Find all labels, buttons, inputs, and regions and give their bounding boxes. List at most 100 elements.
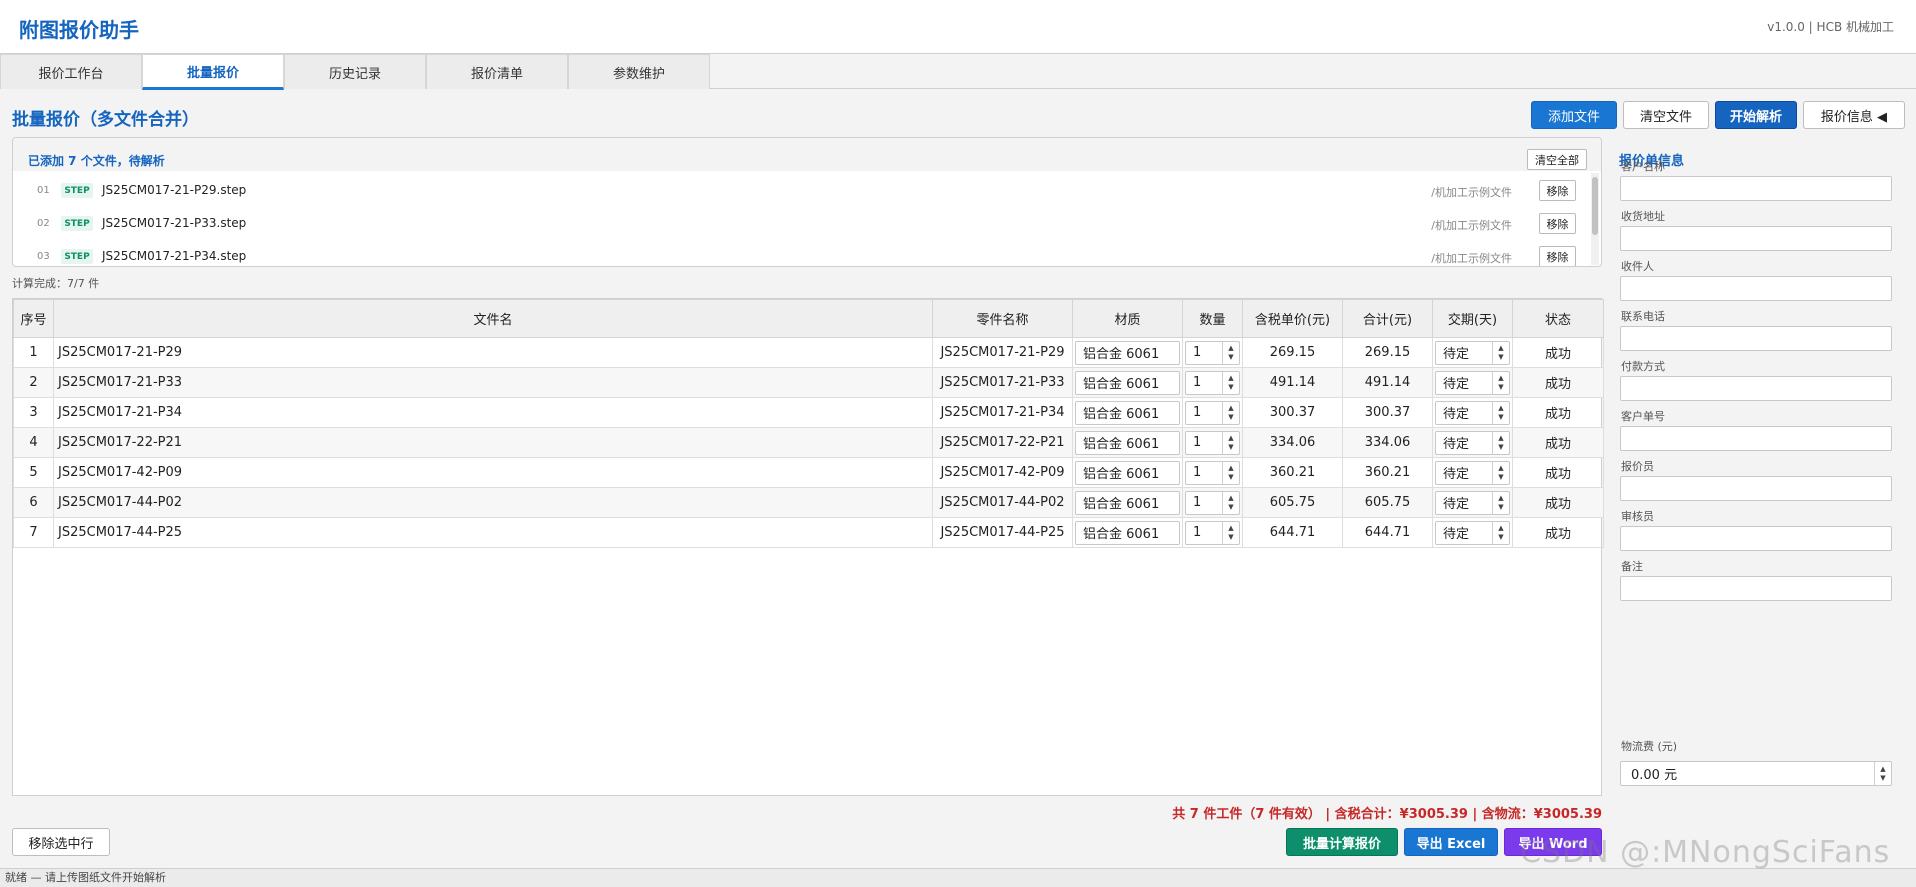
cell-status: 成功 — [1512, 517, 1604, 548]
remove-file-button[interactable]: 移除 — [1539, 213, 1576, 234]
col-header-file[interactable]: 文件名 — [53, 299, 933, 338]
tab-quote-workbench[interactable]: 报价工作台 — [0, 54, 142, 89]
spin-arrows-icon[interactable]: ▲ ▼ — [1874, 762, 1891, 785]
spin-arrows-icon[interactable]: ▲ ▼ — [1492, 461, 1509, 484]
lead-time-stepper[interactable]: 待定 ▲ ▼ — [1435, 430, 1510, 455]
material-select[interactable]: 铝合金 6061 — [1075, 460, 1180, 485]
col-header-qty[interactable]: 数量 — [1182, 299, 1243, 338]
qty-stepper[interactable]: 1 ▲ ▼ — [1185, 370, 1240, 395]
spin-arrows-icon[interactable]: ▲ ▼ — [1222, 341, 1239, 364]
spin-arrows-icon[interactable]: ▲ ▼ — [1222, 521, 1239, 544]
material-select[interactable]: 铝合金 6061 — [1075, 430, 1180, 455]
tab-history[interactable]: 历史记录 — [284, 54, 426, 89]
field-input[interactable] — [1620, 376, 1892, 401]
material-select[interactable]: 铝合金 6061 — [1075, 340, 1180, 365]
spin-arrows-icon[interactable]: ▲ ▼ — [1222, 461, 1239, 484]
table-row[interactable]: 7 JS25CM017-44-P25 JS25CM017-44-P25 铝合金 … — [13, 517, 1604, 548]
col-header-part[interactable]: 零件名称 — [932, 299, 1073, 338]
title-bar: 附图报价助手 v1.0.0 | HCB 机械加工 — [0, 0, 1916, 54]
table-row[interactable]: 6 JS25CM017-44-P02 JS25CM017-44-P02 铝合金 … — [13, 487, 1604, 518]
section-title: 批量报价（多文件合并） — [12, 110, 199, 130]
spin-arrows-icon[interactable]: ▲ ▼ — [1222, 491, 1239, 514]
cell-status: 成功 — [1512, 367, 1604, 398]
spin-arrows-icon[interactable]: ▲ ▼ — [1492, 521, 1509, 544]
qty-stepper[interactable]: 1 ▲ ▼ — [1185, 460, 1240, 485]
spin-arrows-icon[interactable]: ▲ ▼ — [1492, 431, 1509, 454]
qty-stepper[interactable]: 1 ▲ ▼ — [1185, 520, 1240, 545]
qty-value: 1 — [1193, 465, 1202, 480]
spin-arrows-icon[interactable]: ▲ ▼ — [1492, 491, 1509, 514]
start-parse-button[interactable]: 开始解析 — [1715, 101, 1797, 129]
field-input[interactable] — [1620, 326, 1892, 351]
field-input[interactable] — [1620, 276, 1892, 301]
cell-total: 360.21 — [1342, 457, 1433, 488]
lead-time-stepper[interactable]: 待定 ▲ ▼ — [1435, 490, 1510, 515]
cell-file-name: JS25CM017-22-P21 — [53, 427, 933, 458]
table-row[interactable]: 5 JS25CM017-42-P09 JS25CM017-42-P09 铝合金 … — [13, 457, 1604, 488]
remove-file-button[interactable]: 移除 — [1539, 180, 1576, 201]
lead-time-stepper[interactable]: 待定 ▲ ▼ — [1435, 340, 1510, 365]
remove-file-button[interactable]: 移除 — [1539, 246, 1576, 266]
tab-parameters[interactable]: 参数维护 — [568, 54, 710, 89]
cell-total: 644.71 — [1342, 517, 1433, 548]
tab-quote-list[interactable]: 报价清单 — [426, 54, 568, 89]
batch-calc-button[interactable]: 批量计算报价 — [1286, 828, 1398, 856]
cell-status: 成功 — [1512, 337, 1604, 368]
logistics-fee-input[interactable]: 0.00 元 ▲ ▼ — [1620, 761, 1892, 786]
qty-stepper[interactable]: 1 ▲ ▼ — [1185, 430, 1240, 455]
field-input[interactable] — [1620, 176, 1892, 201]
quote-info-toggle-button[interactable]: 报价信息 ◀ — [1803, 101, 1905, 129]
clear-files-button[interactable]: 清空文件 — [1623, 101, 1709, 129]
col-header-lead-time[interactable]: 交期(天) — [1432, 299, 1513, 338]
field-input[interactable] — [1620, 226, 1892, 251]
col-header-total[interactable]: 合计(元) — [1342, 299, 1433, 338]
cell-total: 491.14 — [1342, 367, 1433, 398]
material-select[interactable]: 铝合金 6061 — [1075, 370, 1180, 395]
col-header-unit-price[interactable]: 含税单价(元) — [1242, 299, 1343, 338]
lead-time-stepper[interactable]: 待定 ▲ ▼ — [1435, 370, 1510, 395]
remove-selected-button[interactable]: 移除选中行 — [12, 828, 110, 856]
cell-part-name: JS25CM017-44-P02 — [932, 487, 1073, 518]
lead-time-stepper[interactable]: 待定 ▲ ▼ — [1435, 460, 1510, 485]
material-select[interactable]: 铝合金 6061 — [1075, 490, 1180, 515]
clear-all-button[interactable]: 清空全部 — [1527, 149, 1587, 170]
lead-time-stepper[interactable]: 待定 ▲ ▼ — [1435, 520, 1510, 545]
lead-time-value: 待定 — [1443, 467, 1470, 482]
qty-stepper[interactable]: 1 ▲ ▼ — [1185, 400, 1240, 425]
cell-total: 269.15 — [1342, 337, 1433, 368]
material-select[interactable]: 铝合金 6061 — [1075, 400, 1180, 425]
file-index: 01 — [37, 185, 50, 196]
table-row[interactable]: 2 JS25CM017-21-P33 JS25CM017-21-P33 铝合金 … — [13, 367, 1604, 398]
export-excel-button[interactable]: 导出 Excel — [1404, 828, 1498, 856]
file-list-scrollbar-thumb[interactable] — [1592, 177, 1598, 235]
field-input[interactable] — [1620, 426, 1892, 451]
spin-arrows-icon[interactable]: ▲ ▼ — [1492, 371, 1509, 394]
table-row[interactable]: 4 JS25CM017-22-P21 JS25CM017-22-P21 铝合金 … — [13, 427, 1604, 458]
field-label: 备注 — [1621, 560, 1643, 573]
spin-arrows-icon[interactable]: ▲ ▼ — [1222, 401, 1239, 424]
lead-time-stepper[interactable]: 待定 ▲ ▼ — [1435, 400, 1510, 425]
spin-arrows-icon[interactable]: ▲ ▼ — [1222, 371, 1239, 394]
add-file-button[interactable]: 添加文件 — [1531, 101, 1617, 129]
field-input[interactable] — [1620, 476, 1892, 501]
field-input[interactable] — [1620, 526, 1892, 551]
table-row[interactable]: 1 JS25CM017-21-P29 JS25CM017-21-P29 铝合金 … — [13, 337, 1604, 368]
col-header-status[interactable]: 状态 — [1512, 299, 1604, 338]
spin-arrows-icon[interactable]: ▲ ▼ — [1492, 341, 1509, 364]
material-select[interactable]: 铝合金 6061 — [1075, 520, 1180, 545]
spin-arrows-icon[interactable]: ▲ ▼ — [1222, 431, 1239, 454]
cell-no: 3 — [13, 397, 54, 428]
cell-material: 铝合金 6061 — [1072, 457, 1183, 488]
qty-stepper[interactable]: 1 ▲ ▼ — [1185, 490, 1240, 515]
col-header-material[interactable]: 材质 — [1072, 299, 1183, 338]
cell-lead-time: 待定 ▲ ▼ — [1432, 457, 1513, 488]
material-value: 铝合金 6061 — [1083, 527, 1160, 542]
cell-qty: 1 ▲ ▼ — [1182, 487, 1243, 518]
cell-lead-time: 待定 ▲ ▼ — [1432, 427, 1513, 458]
field-input[interactable] — [1620, 576, 1892, 601]
table-row[interactable]: 3 JS25CM017-21-P34 JS25CM017-21-P34 铝合金 … — [13, 397, 1604, 428]
spin-arrows-icon[interactable]: ▲ ▼ — [1492, 401, 1509, 424]
qty-stepper[interactable]: 1 ▲ ▼ — [1185, 340, 1240, 365]
col-header-no[interactable]: 序号 — [13, 299, 54, 338]
tab-batch-quote[interactable]: 批量报价 — [142, 54, 284, 90]
